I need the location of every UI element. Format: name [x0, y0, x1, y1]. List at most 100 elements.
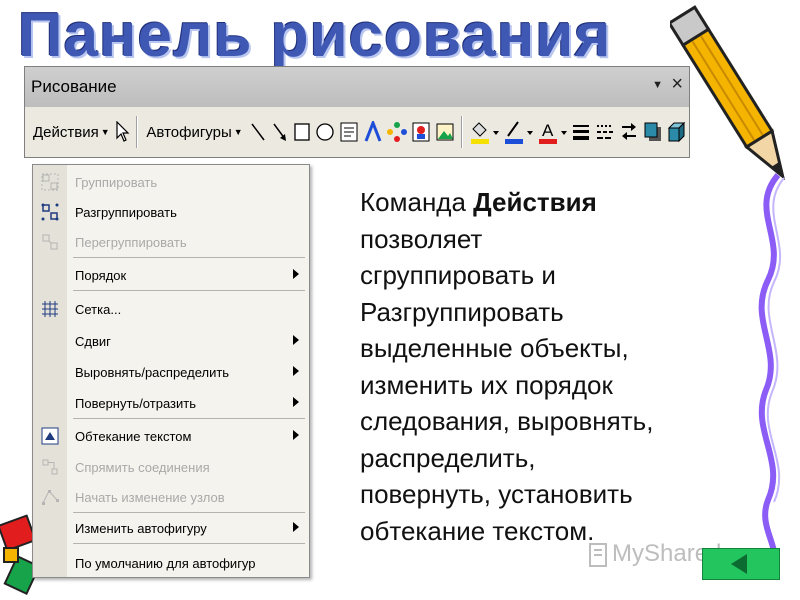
menu-item-label: Разгруппировать: [75, 204, 177, 220]
autoshapes-button[interactable]: Автофигуры ▼: [142, 115, 246, 149]
shadow-style-icon[interactable]: [643, 119, 663, 145]
grid-icon: [33, 294, 67, 324]
rectangle-icon[interactable]: [293, 119, 311, 145]
arrow-left-icon: [731, 554, 747, 574]
toolbar-buttons: Действия ▼ Автофигуры ▼ A: [25, 107, 689, 157]
straighten-connector-icon: [33, 452, 67, 482]
menu-item[interactable]: Группировать: [33, 167, 309, 197]
submenu-arrow-icon: [293, 269, 299, 279]
menu-item-icon-slot: [33, 260, 67, 290]
chevron-down-icon: ▼: [100, 127, 110, 137]
menu-item[interactable]: Начать изменение узлов: [33, 482, 309, 512]
toolbar-separator: [460, 116, 463, 148]
line-icon[interactable]: [249, 119, 267, 145]
menu-item-icon-slot: [33, 513, 67, 543]
menu-item-label: Сетка...: [75, 301, 122, 317]
text-box-icon[interactable]: [339, 119, 359, 145]
squiggle-decoration-icon: [758, 173, 785, 560]
menu-item-label: Спрямить соединения: [75, 459, 210, 475]
wordart-icon[interactable]: [363, 119, 383, 145]
description-line: Разгруппировать: [360, 296, 564, 327]
regroup-icon: [33, 227, 67, 257]
toolbar-title: Рисование: [31, 77, 117, 96]
menu-item-label: Выровнять/распределить: [75, 364, 230, 380]
menu-item-label: Обтекание текстом: [75, 428, 192, 444]
description-text: Команда Действия позволяет сгруппировать …: [360, 184, 740, 549]
description-line: изменить их порядок: [360, 369, 613, 400]
toolbar-separator: [136, 116, 139, 148]
menu-item[interactable]: Разгруппировать: [33, 197, 309, 227]
submenu-arrow-icon: [293, 366, 299, 376]
menu-item-icon-slot: [33, 357, 67, 387]
submenu-arrow-icon: [293, 522, 299, 532]
menu-item-icon-slot: [33, 548, 67, 578]
menu-item[interactable]: Изменить автофигуру: [33, 513, 309, 543]
toolbar-options-icon[interactable]: ▼: [652, 79, 663, 91]
watermark-icon: [589, 543, 607, 567]
description-line: выделенные объекты,: [360, 333, 629, 363]
menu-separator: [73, 290, 305, 291]
edit-points-icon: [33, 482, 67, 512]
slide-title: Панель рисования: [18, 1, 612, 70]
font-color-icon[interactable]: A: [537, 119, 567, 145]
autoshapes-label: Автофигуры: [146, 123, 232, 141]
arrow-style-icon[interactable]: [619, 119, 639, 145]
menu-item[interactable]: Выровнять/распределить: [33, 357, 309, 387]
line-color-icon[interactable]: [503, 119, 533, 145]
submenu-arrow-icon: [293, 430, 299, 440]
menu-item-label: По умолчанию для автофигур: [75, 555, 256, 571]
menu-item-label: Повернуть/отразить: [75, 395, 196, 411]
description-line: позволяет: [360, 223, 483, 254]
submenu-arrow-icon: [293, 397, 299, 407]
menu-item[interactable]: По умолчанию для автофигур: [33, 548, 309, 578]
menu-separator: [73, 418, 305, 419]
menu-item[interactable]: Повернуть/отразить: [33, 388, 309, 418]
menu-item[interactable]: Обтекание текстом: [33, 421, 309, 451]
menu-item-icon-slot: [33, 326, 67, 356]
menu-item-label: Сдвиг: [75, 333, 111, 349]
menu-item-icon-slot: [33, 388, 67, 418]
menu-item-label: Изменить автофигуру: [75, 520, 207, 536]
menu-item[interactable]: Сдвиг: [33, 326, 309, 356]
description-bold: Действия: [473, 187, 597, 217]
clip-art-icon[interactable]: [411, 119, 431, 145]
arrow-icon[interactable]: [271, 119, 289, 145]
ungroup-icon: [33, 197, 67, 227]
description-prefix: Команда: [360, 187, 474, 217]
actions-menu: Группировать Разгруппировать Перегруппиров…: [32, 164, 310, 578]
group-icon: [33, 167, 67, 197]
next-slide-button[interactable]: [702, 548, 780, 580]
dash-style-icon[interactable]: [595, 119, 615, 145]
menu-item[interactable]: Перегруппировать: [33, 227, 309, 257]
svg-text:A: A: [542, 121, 554, 140]
toolbar-close-icon[interactable]: ×: [671, 73, 683, 96]
description-lines: позволяет сгруппировать и Разгруппировать в…: [360, 221, 740, 550]
fill-color-icon[interactable]: [469, 119, 499, 145]
actions-button[interactable]: Действия ▼: [29, 115, 114, 149]
select-objects-icon[interactable]: [116, 119, 130, 145]
menu-item[interactable]: Спрямить соединения: [33, 452, 309, 482]
menu-item-label: Перегруппировать: [75, 234, 187, 250]
diagram-icon[interactable]: [386, 119, 407, 145]
description-line: следования, выровнять,: [360, 406, 654, 436]
submenu-arrow-icon: [293, 335, 299, 345]
menu-item-label: Начать изменение узлов: [75, 489, 225, 505]
line-style-icon[interactable]: [571, 119, 591, 145]
menu-item-label: Порядок: [75, 267, 127, 283]
menu-separator: [73, 543, 305, 544]
menu-item-label: Группировать: [75, 174, 158, 190]
actions-label: Действия: [33, 123, 99, 141]
drawing-toolbar: Рисование ▼ × Действия ▼ Автофигуры ▼ A: [24, 66, 690, 158]
menu-separator: [73, 257, 305, 258]
chevron-down-icon: ▼: [233, 127, 243, 137]
description-line: распределить,: [360, 442, 536, 473]
description-line: сгруппировать и: [360, 260, 556, 290]
oval-icon[interactable]: [315, 119, 335, 145]
3d-style-icon[interactable]: [667, 119, 687, 145]
menu-item[interactable]: Порядок: [33, 260, 309, 290]
toolbar-titlebar[interactable]: Рисование ▼ ×: [25, 67, 689, 108]
menu-item[interactable]: Сетка...: [33, 294, 309, 324]
text-wrap-icon: [33, 421, 67, 451]
description-line: повернуть, установить: [360, 479, 633, 509]
insert-picture-icon[interactable]: [435, 119, 455, 145]
